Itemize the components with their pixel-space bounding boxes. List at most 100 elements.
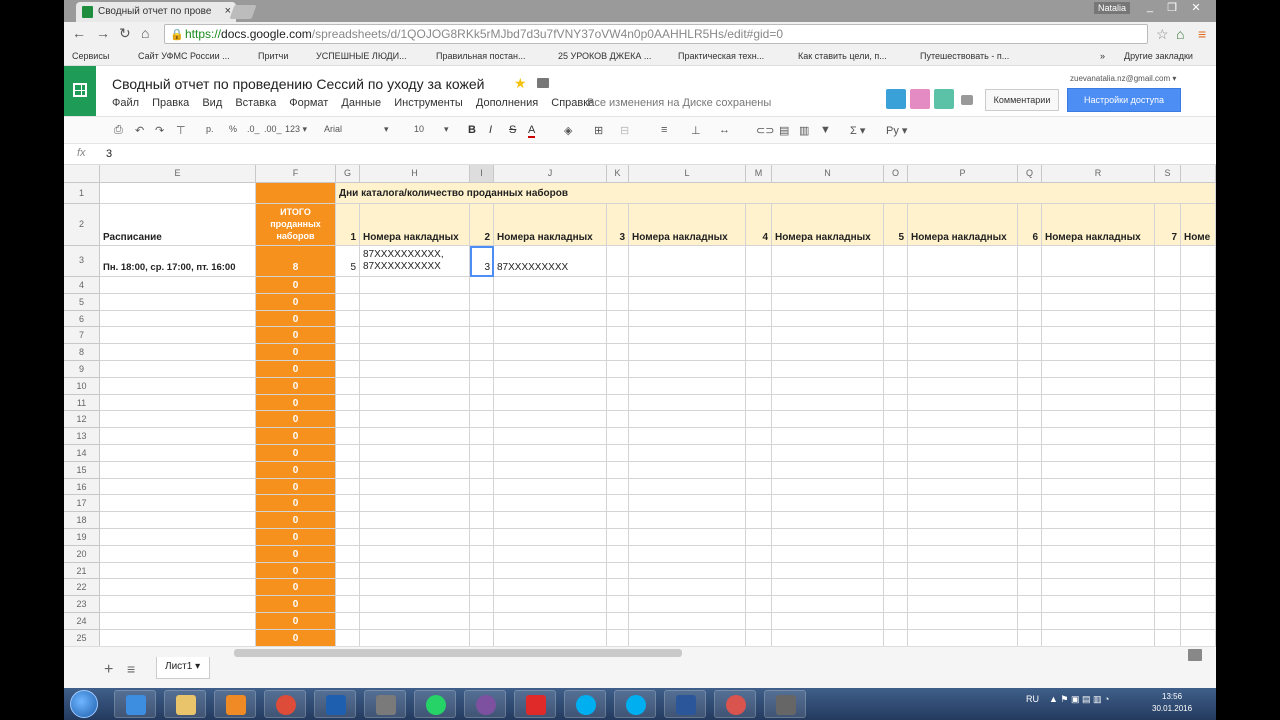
cell[interactable]: [746, 512, 772, 529]
cell[interactable]: [908, 310, 1018, 328]
cell[interactable]: [360, 293, 470, 311]
cell[interactable]: [629, 445, 746, 462]
cell[interactable]: [607, 361, 629, 378]
cell[interactable]: [746, 613, 772, 630]
cell[interactable]: [1042, 327, 1155, 345]
cell[interactable]: [1042, 545, 1155, 563]
cell[interactable]: [746, 579, 772, 597]
cell[interactable]: [100, 629, 256, 646]
invoice-header[interactable]: Номера накладных: [1042, 204, 1155, 246]
cell[interactable]: [629, 529, 746, 546]
bookmark-star-icon[interactable]: ☆: [1156, 26, 1169, 43]
cell[interactable]: [1018, 512, 1042, 529]
total-cell[interactable]: 0: [256, 394, 336, 412]
cell[interactable]: [494, 596, 607, 613]
total-header[interactable]: ИТОГО проданных наборов: [256, 204, 336, 246]
cell[interactable]: [607, 545, 629, 563]
cell[interactable]: [607, 613, 629, 630]
cell-g3[interactable]: 5: [336, 246, 360, 277]
number-format-dropdown[interactable]: 123 ▾: [285, 124, 307, 135]
total-cell[interactable]: 8: [256, 246, 336, 277]
cell[interactable]: [1018, 293, 1042, 311]
cell[interactable]: [884, 377, 908, 395]
cell[interactable]: [336, 579, 360, 597]
cell[interactable]: [629, 327, 746, 345]
cell[interactable]: [360, 613, 470, 630]
other-bookmarks[interactable]: Другие закладки: [1124, 51, 1193, 61]
cell[interactable]: [100, 277, 256, 294]
cell[interactable]: [629, 461, 746, 479]
cell[interactable]: [1042, 246, 1155, 277]
cell[interactable]: [884, 613, 908, 630]
cell[interactable]: [470, 344, 494, 361]
cell[interactable]: [470, 613, 494, 630]
cell[interactable]: [1181, 310, 1216, 328]
cell[interactable]: [746, 344, 772, 361]
cell[interactable]: [100, 613, 256, 630]
skype-icon[interactable]: [614, 690, 656, 718]
skype-icon[interactable]: [564, 690, 606, 718]
cell[interactable]: [746, 545, 772, 563]
cell[interactable]: [629, 545, 746, 563]
cell[interactable]: [100, 394, 256, 412]
cell[interactable]: [629, 277, 746, 294]
cell[interactable]: [884, 445, 908, 462]
outlook-icon[interactable]: [314, 690, 356, 718]
cell[interactable]: [1155, 461, 1181, 479]
total-cell[interactable]: 0: [256, 495, 336, 513]
cell[interactable]: [470, 478, 494, 496]
cell[interactable]: [746, 495, 772, 513]
cell[interactable]: [772, 512, 884, 529]
total-cell[interactable]: 0: [256, 428, 336, 445]
cell[interactable]: [360, 495, 470, 513]
cell[interactable]: [607, 529, 629, 546]
cell[interactable]: [1042, 411, 1155, 429]
cell-i3-selected[interactable]: 3: [470, 246, 494, 277]
cell[interactable]: [772, 394, 884, 412]
cell[interactable]: [360, 478, 470, 496]
column-header-f[interactable]: F: [256, 165, 336, 183]
cell[interactable]: [1155, 327, 1181, 345]
cell[interactable]: [1155, 579, 1181, 597]
row-header[interactable]: 1: [64, 183, 100, 204]
whatsapp-icon[interactable]: [414, 690, 456, 718]
cell[interactable]: [629, 495, 746, 513]
cell[interactable]: [100, 428, 256, 445]
cell[interactable]: [1018, 394, 1042, 412]
cell[interactable]: [100, 344, 256, 361]
cell[interactable]: [1181, 629, 1216, 646]
cell[interactable]: [1042, 596, 1155, 613]
cell[interactable]: [1181, 478, 1216, 496]
cell[interactable]: [884, 545, 908, 563]
cell[interactable]: [772, 461, 884, 479]
insert-link-icon[interactable]: ⊂⊃: [756, 124, 774, 137]
cell[interactable]: [1018, 361, 1042, 378]
column-header-l[interactable]: L: [629, 165, 746, 183]
cell[interactable]: [336, 596, 360, 613]
cell[interactable]: [746, 377, 772, 395]
insert-comment-icon[interactable]: ▤: [779, 124, 789, 137]
row-header[interactable]: 9: [64, 361, 100, 378]
cell[interactable]: [494, 377, 607, 395]
cell[interactable]: [884, 277, 908, 294]
cell[interactable]: [908, 545, 1018, 563]
insert-chart-icon[interactable]: ▥: [799, 124, 809, 137]
row-header[interactable]: 14: [64, 445, 100, 462]
cell[interactable]: [494, 562, 607, 580]
cell[interactable]: [336, 310, 360, 328]
cell[interactable]: [360, 277, 470, 294]
cell[interactable]: [1018, 411, 1042, 429]
cell[interactable]: [884, 310, 908, 328]
cell[interactable]: [1042, 428, 1155, 445]
cell[interactable]: [746, 529, 772, 546]
bookmark-services[interactable]: Сервисы: [72, 51, 109, 61]
day-number[interactable]: 4: [746, 204, 772, 246]
cell[interactable]: [1155, 428, 1181, 445]
print-icon[interactable]: ⎙: [114, 124, 123, 137]
cell[interactable]: [607, 579, 629, 597]
day-number[interactable]: 2: [470, 204, 494, 246]
invoice-header[interactable]: Номера накладных: [908, 204, 1018, 246]
yandex-icon[interactable]: [514, 690, 556, 718]
schedule-header[interactable]: Расписание: [100, 204, 256, 246]
cell[interactable]: [1018, 344, 1042, 361]
